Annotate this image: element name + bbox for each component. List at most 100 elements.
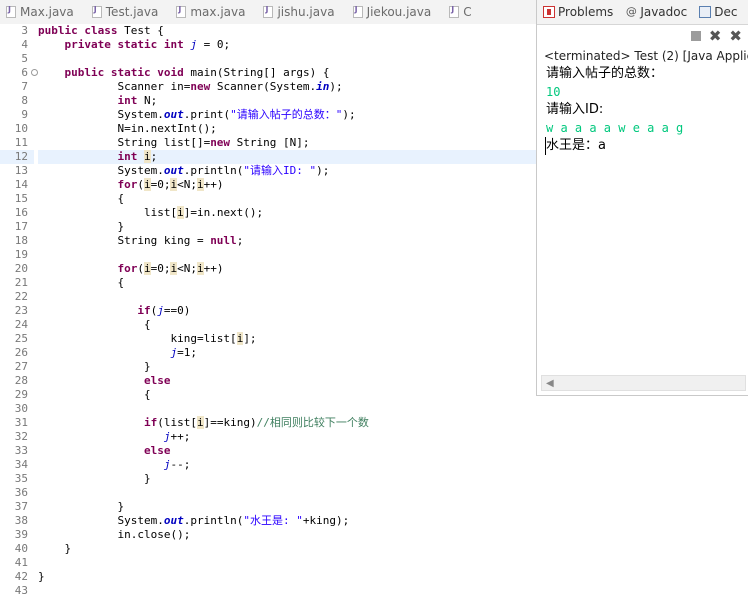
java-file-icon — [263, 5, 274, 18]
line-number: 24 — [14, 318, 28, 331]
console-line: 请输入ID: — [546, 102, 604, 117]
line-number: 32 — [14, 430, 28, 443]
line-number: 16 — [14, 206, 28, 219]
code-line-current: int i; — [38, 150, 536, 164]
line-number: 37 — [14, 500, 28, 513]
code-line: j=1; — [170, 346, 197, 359]
tab-jiekou-java[interactable]: Jiekou.java — [347, 0, 444, 24]
console-toolbar: ✖ ✖ — [537, 25, 748, 47]
code-line: public class Test { — [38, 24, 164, 37]
code-line: if(list[i]==king)//相同则比较下一个数 — [143, 416, 369, 429]
code-line: in.close(); — [38, 528, 191, 541]
code-line: { — [38, 388, 151, 401]
line-number: 22 — [14, 290, 28, 303]
console-panel: Problems @ Javadoc Dec ✖ ✖ <terminated> T… — [536, 0, 748, 396]
code-line: else — [143, 444, 171, 457]
code-line: String list[]=new String [N]; — [38, 136, 310, 149]
java-file-icon — [352, 5, 363, 18]
line-number: 27 — [14, 360, 28, 373]
line-number: 31 — [14, 416, 28, 429]
console-view-tabs: Problems @ Javadoc Dec — [537, 0, 748, 25]
line-number: 36 — [14, 486, 28, 499]
line-number: 33 — [14, 444, 28, 457]
line-number: 23 — [14, 304, 28, 317]
line-number: 25 — [14, 332, 28, 345]
code-line: king=list[i]; — [38, 332, 257, 345]
tab-max-java[interactable]: Max.java — [0, 0, 86, 24]
code-line: private static int j = 0; — [64, 38, 231, 51]
tab-max-java-2[interactable]: max.java — [170, 0, 257, 24]
problems-icon — [543, 6, 555, 18]
declaration-icon — [699, 6, 712, 18]
line-number: 13 — [14, 164, 28, 177]
line-number: 26 — [14, 346, 28, 359]
code-area[interactable]: public class Test { private static int j… — [38, 24, 536, 598]
code-line: System.out.println("请输入ID: "); — [38, 164, 330, 177]
tab-jishu-java[interactable]: jishu.java — [257, 0, 346, 24]
tab-javadoc[interactable]: @ Javadoc — [619, 5, 693, 19]
line-number: 34 — [14, 458, 28, 471]
console-horizontal-scrollbar[interactable]: ◀ — [541, 375, 746, 391]
code-line: else — [143, 374, 171, 387]
line-number: 8 — [21, 94, 28, 107]
empty-area — [536, 396, 748, 594]
remove-launch-icon[interactable]: ✖ — [709, 29, 722, 44]
tab-overflow[interactable]: C — [443, 0, 483, 24]
terminate-icon[interactable] — [690, 31, 701, 41]
console-line: 水王是：a — [545, 137, 748, 155]
code-line: { — [38, 276, 125, 289]
code-editor[interactable]: 3 4 5 6 7 8 9 10 11 12 13 14 15 16 17 18 19 20 21 22 23 24 25 2… — [0, 24, 536, 597]
console-title: <terminated> Test (2) [Java Applica — [544, 49, 748, 63]
tab-test-java[interactable]: Test.java — [86, 0, 171, 24]
code-line: N=in.nextInt(); — [38, 122, 217, 135]
line-number: 41 — [14, 556, 28, 569]
java-file-icon — [91, 5, 102, 18]
line-number: 14 — [14, 178, 28, 191]
line-number: 20 — [14, 262, 28, 275]
code-line: System.out.println("水王是: "+king); — [38, 514, 350, 527]
line-number: 43 — [14, 584, 28, 597]
line-number-gutter: 3 4 5 6 7 8 9 10 11 12 13 14 15 16 17 18 19 20 21 22 23 24 25 2… — [0, 24, 38, 598]
console-output[interactable]: 请输入帖子的总数： 10 请输入ID: w a a a a w e a a g … — [537, 65, 748, 155]
code-line: int N; — [117, 94, 158, 107]
tab-problems[interactable]: Problems — [537, 5, 619, 19]
code-line: } — [38, 220, 125, 233]
line-number: 30 — [14, 402, 28, 415]
line-number: 5 — [21, 52, 28, 65]
scroll-left-icon[interactable]: ◀ — [546, 378, 554, 389]
line-number: 6 — [0, 66, 38, 80]
code-line: for(i=0;i<N;i++) — [117, 178, 224, 191]
code-line: { — [38, 192, 125, 205]
line-number: 4 — [21, 38, 28, 51]
code-line: } — [38, 570, 45, 583]
line-number: 42 — [14, 570, 28, 583]
line-number: 21 — [14, 276, 28, 289]
line-number: 9 — [21, 108, 28, 121]
line-number: 10 — [14, 122, 28, 135]
java-file-icon — [449, 5, 460, 18]
javadoc-at-icon: @ — [625, 5, 637, 18]
code-line: } — [38, 472, 151, 485]
code-line: for(i=0;i<N;i++) — [117, 262, 224, 275]
code-line: System.out.print("请输入帖子的总数："); — [38, 108, 356, 121]
line-number: 39 — [14, 528, 28, 541]
console-input-line: 10 — [546, 85, 561, 99]
tab-declaration[interactable]: Dec — [693, 5, 743, 19]
line-number: 28 — [14, 374, 28, 387]
remove-all-terminated-icon[interactable]: ✖ — [729, 29, 742, 44]
line-number: 15 — [14, 192, 28, 205]
line-number: 7 — [21, 80, 28, 93]
code-line: if(j==0) — [137, 304, 191, 317]
line-number: 19 — [14, 248, 28, 261]
line-number: 12 — [0, 150, 34, 164]
line-number: 11 — [14, 136, 28, 149]
line-number: 18 — [14, 234, 28, 247]
java-file-icon — [176, 5, 187, 18]
